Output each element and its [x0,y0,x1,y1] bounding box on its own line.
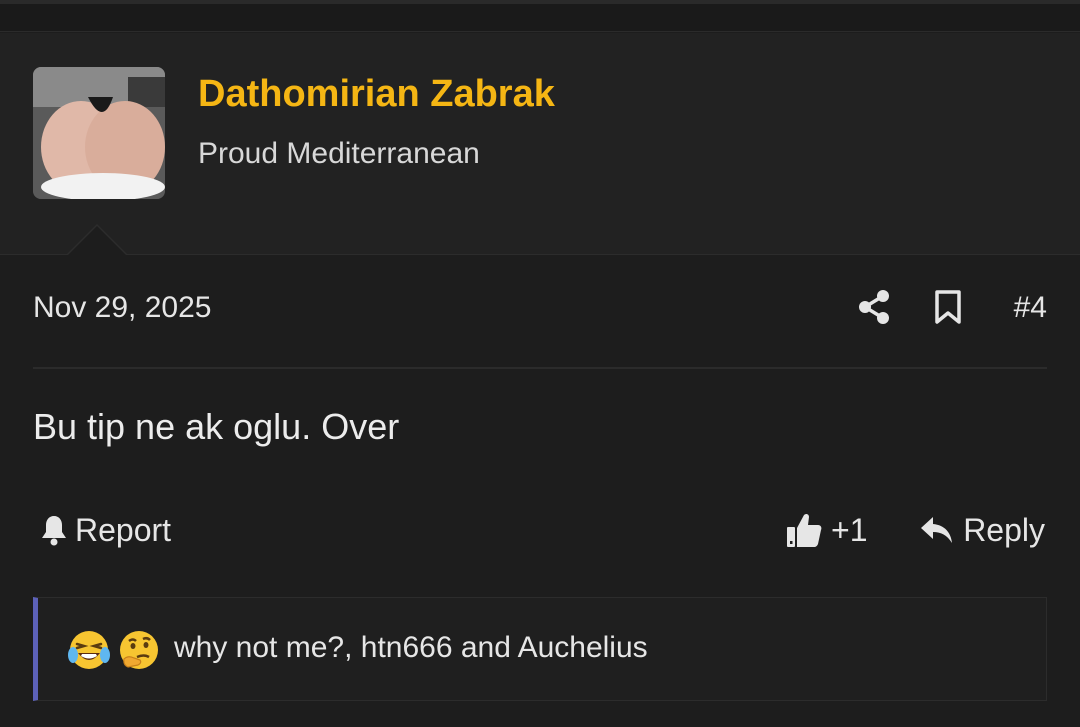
bookmark-icon[interactable] [933,289,963,325]
thinking-emoji-icon [120,631,158,669]
reaction-emojis [68,627,168,673]
reply-arrow-icon [921,517,953,543]
divider [33,367,1047,369]
laughing-crying-emoji-icon [68,631,110,669]
thumbs-up-icon [787,513,822,547]
post-date[interactable]: Nov 29, 2025 [33,291,211,325]
report-button[interactable]: Report [39,508,171,552]
bell-icon [42,516,66,546]
reply-button[interactable]: Reply [919,508,1045,552]
avatar[interactable] [33,67,165,199]
post-meta-row: Nov 29, 2025 #4 [33,285,1047,335]
report-label: Report [75,511,172,548]
top-bar [0,0,1080,32]
username[interactable]: Dathomirian Zabrak [198,73,555,116]
post-user-header: Dathomirian Zabrak Proud Mediterranean [0,33,1080,255]
like-button[interactable]: +1 [785,508,867,552]
post-actions: Report +1 Reply [33,504,1047,554]
like-count: +1 [831,511,868,548]
reply-label: Reply [963,511,1045,548]
header-pointer-fill [68,226,126,255]
reaction-users[interactable]: why not me?, htn666 and Auchelius [174,631,648,665]
user-title: Proud Mediterranean [198,137,480,170]
avatar-image [33,67,165,199]
post-number[interactable]: #4 [1014,291,1047,325]
reactions-bar[interactable]: why not me?, htn666 and Auchelius [33,597,1047,701]
post-message: Bu tip ne ak oglu. Over [33,406,400,447]
share-icon[interactable] [857,289,891,325]
